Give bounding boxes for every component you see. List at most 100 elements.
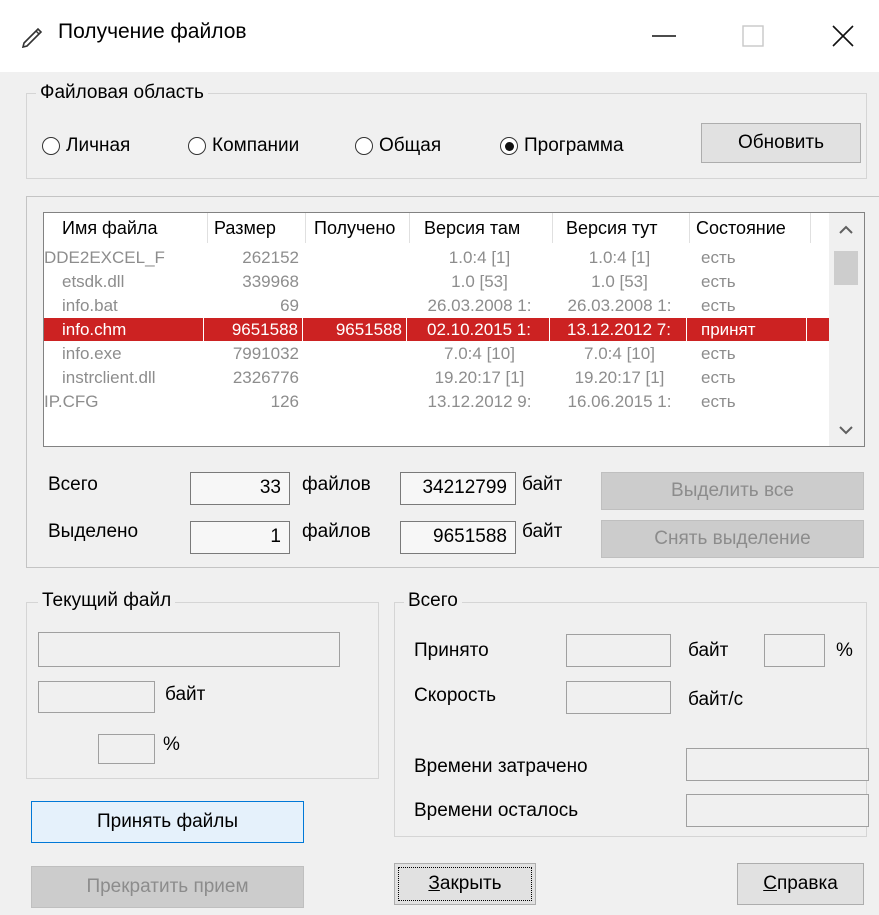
file-cell: 9651588 (305, 318, 407, 341)
file-cell (305, 366, 407, 389)
scroll-down-icon[interactable] (839, 425, 853, 435)
file-cell: есть (701, 368, 736, 387)
radio-program[interactable]: Программа (500, 135, 624, 157)
file-cell (305, 294, 407, 317)
col-separator (810, 213, 811, 243)
close-mnemonic: З (428, 873, 440, 894)
speed-label: Скорость (414, 685, 497, 706)
file-cell: info.bat (62, 296, 118, 315)
file-cell: 1.0:4 [1] (448, 248, 511, 267)
file-cell: 19.20:17 [1] (434, 368, 525, 387)
file-cell: instrclient.dll (62, 368, 156, 387)
current-file-legend: Текущий файл (38, 590, 176, 612)
file-cell: есть (701, 272, 736, 291)
elapsed-field (686, 748, 869, 781)
file-cell (305, 390, 407, 413)
select-all-button[interactable]: Выделить все (601, 472, 864, 510)
file-cell (305, 342, 407, 365)
remaining-field (686, 794, 869, 827)
title-bar: Получение файлов (0, 0, 879, 72)
close-button[interactable]: Закрыть (394, 863, 536, 905)
radio-label: Личная (66, 135, 131, 156)
radio-label: Программа (524, 135, 624, 156)
received-unit: байт (688, 640, 729, 661)
col-header-version-here[interactable]: Версия тут (566, 213, 658, 243)
file-cell: info.chm (44, 318, 204, 341)
col-separator (689, 213, 690, 243)
file-row[interactable]: instrclient.dll 2326776 19.20:17 [1] 19.20:… (44, 366, 831, 389)
file-cell: 7.0:4 [10] (444, 344, 515, 363)
col-separator (305, 213, 306, 243)
file-cell: есть (701, 344, 736, 363)
help-label: правка (776, 873, 838, 894)
current-percent-field (98, 734, 155, 764)
col-header-name[interactable]: Имя файла (62, 213, 157, 243)
file-cell: 13.12.2012 7: (552, 318, 687, 341)
close-label: акрыть (439, 873, 502, 894)
help-mnemonic: С (763, 873, 777, 894)
stop-receive-button[interactable]: Прекратить прием (31, 866, 304, 908)
maximize-button[interactable] (722, 0, 784, 72)
file-cell: 262152 (242, 248, 299, 267)
col-separator (409, 213, 410, 243)
scroll-up-icon[interactable] (839, 225, 853, 235)
file-cell: 1.0 [53] (591, 272, 648, 291)
file-cell: 9651588 (207, 318, 303, 341)
received-label: Принято (414, 640, 489, 661)
minimize-button[interactable] (633, 0, 695, 72)
selected-bytes-unit: байт (522, 521, 563, 542)
speed-field (566, 681, 671, 714)
file-cell: 2326776 (232, 368, 299, 387)
file-cell: IP.CFG (44, 392, 99, 411)
file-row[interactable]: DDE2EXCEL_F 262152 1.0:4 [1] 1.0:4 [1] есть (44, 246, 831, 269)
radio-personal[interactable]: Личная (42, 135, 130, 157)
file-cell: DDE2EXCEL_F (44, 248, 165, 267)
radio-circle (42, 137, 60, 155)
elapsed-label: Времени затрачено (414, 756, 588, 777)
help-button[interactable]: Справка (737, 863, 864, 905)
col-header-size[interactable]: Размер (214, 213, 276, 243)
close-window-button[interactable] (812, 0, 874, 72)
file-cell: 1.0:4 [1] (588, 248, 651, 267)
received-percent-field (764, 634, 825, 667)
overall-legend: Всего (404, 590, 462, 612)
file-cell: 7.0:4 [10] (584, 344, 655, 363)
scroll-thumb[interactable] (834, 251, 858, 285)
window-title: Получение файлов (58, 20, 247, 43)
radio-company[interactable]: Компании (188, 135, 299, 157)
radio-circle (355, 137, 373, 155)
file-row[interactable]: info.chm 9651588 9651588 02.10.2015 1: 13.12… (44, 318, 831, 341)
file-area-legend: Файловая область (36, 82, 208, 104)
file-row[interactable]: info.bat 69 26.03.2008 1: 26.03.2008 1: есть (44, 294, 831, 317)
radio-label: Общая (379, 135, 442, 156)
current-file-field (38, 632, 340, 667)
file-cell (305, 246, 407, 269)
current-bytes-unit: байт (165, 684, 206, 705)
file-cell: 19.20:17 [1] (574, 368, 665, 387)
radio-dot (504, 141, 514, 151)
vertical-scrollbar[interactable] (829, 213, 864, 446)
file-cell: есть (701, 296, 736, 315)
file-list[interactable]: Имя файла Размер Получено Версия там Вер… (43, 212, 865, 447)
total-bytes-unit: байт (522, 474, 563, 495)
refresh-button[interactable]: Обновить (701, 123, 861, 163)
file-cell: есть (701, 392, 736, 411)
total-files-value: 33 (190, 472, 290, 505)
receive-files-button[interactable]: Принять файлы (31, 801, 304, 843)
file-row[interactable]: etsdk.dll 339968 1.0 [53] 1.0 [53] есть (44, 270, 831, 293)
current-bytes-field (38, 681, 155, 713)
col-separator (207, 213, 208, 243)
col-header-version-there[interactable]: Версия там (424, 213, 520, 243)
file-cell: 02.10.2015 1: (409, 318, 550, 341)
radio-circle (188, 137, 206, 155)
col-header-status[interactable]: Состояние (696, 213, 786, 243)
file-row[interactable]: info.exe 7991032 7.0:4 [10] 7.0:4 [10] есть (44, 342, 831, 365)
deselect-button[interactable]: Снять выделение (601, 520, 864, 558)
col-header-received[interactable]: Получено (314, 213, 395, 243)
radio-common[interactable]: Общая (355, 135, 441, 157)
minimize-icon (652, 35, 676, 37)
received-field (566, 634, 671, 667)
file-row[interactable]: IP.CFG 126 13.12.2012 9: 16.06.2015 1: есть (44, 390, 831, 413)
file-cell (305, 270, 407, 293)
file-cell: 339968 (242, 272, 299, 291)
